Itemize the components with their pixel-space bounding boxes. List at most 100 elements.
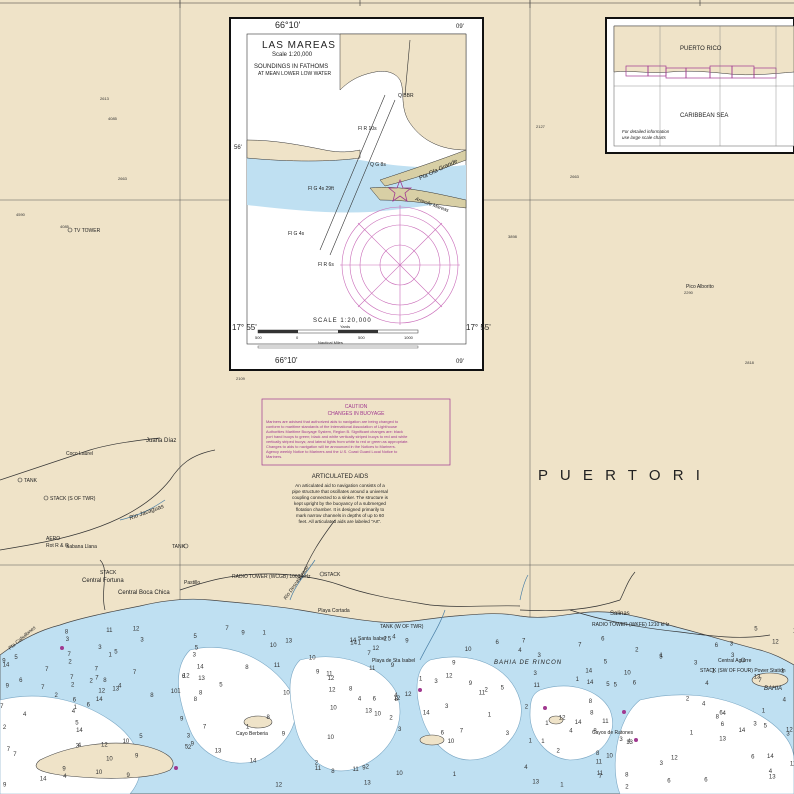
- caution-line: Agency weekly Notice to Mariners and the…: [266, 449, 397, 454]
- sounding: 11: [596, 760, 603, 766]
- inset-scale-tick-3: 1000: [404, 335, 414, 340]
- articulated-title: ARTICULATED AIDS: [312, 474, 368, 480]
- sounding: 13: [285, 638, 292, 644]
- sounding: 11: [106, 628, 113, 634]
- articulated-line: feet. All articulated aids are labeled "…: [299, 519, 382, 524]
- spot-height: 2663: [118, 176, 128, 181]
- articulated-line: kept upright by the buoyancy of a submer…: [294, 501, 386, 506]
- spot-height: 2818: [745, 360, 755, 365]
- compass-rose: [340, 205, 460, 325]
- sounding: 14: [350, 638, 357, 644]
- sounding: 12: [446, 673, 453, 679]
- index-sea: CARIBBEAN SEA: [680, 113, 728, 119]
- inset-light-4: Fl G 4s 29ft: [308, 186, 334, 192]
- sounding: 12: [372, 646, 379, 652]
- place-tank2: TANK: [172, 544, 186, 550]
- sounding: 14: [250, 759, 257, 765]
- sounding: 10: [283, 691, 290, 697]
- articulated-line: An articulated aid to navigation consist…: [295, 483, 385, 488]
- spot-height: 4085: [60, 224, 70, 229]
- spot-height: 2290: [684, 290, 694, 295]
- articulated-line: flotation chamber. It is designed primar…: [296, 507, 385, 512]
- inset-soundings-2: AT MEAN LOWER LOW WATER: [258, 71, 332, 77]
- sounding: 11: [315, 766, 322, 772]
- sounding: 10: [123, 739, 130, 745]
- sounding: 13: [769, 774, 776, 780]
- sounding: 13: [365, 709, 372, 715]
- inset-lon-left: 66°10': [275, 20, 301, 30]
- spot-height: 4590: [16, 212, 26, 217]
- spot-height: 2109: [236, 376, 246, 381]
- sounding: 14: [197, 665, 204, 671]
- sounding: 13: [754, 675, 761, 681]
- spot-height: 2663: [570, 174, 580, 179]
- sounding: 10: [465, 647, 472, 653]
- place-cayos-de-ratones: Cayos de Ratones: [592, 730, 634, 736]
- spot-height: 2613: [100, 96, 110, 101]
- sounding: 14: [423, 711, 430, 717]
- inset-scale-units-1: Yards: [340, 324, 350, 329]
- sounding: 11: [602, 719, 609, 725]
- place-central-fortuna: Central Fortuna: [82, 578, 124, 584]
- place-playa-cortada: Playa Cortada: [318, 608, 350, 614]
- sounding: 14: [40, 776, 47, 782]
- place-cayo-berberia: Cayo Berberia: [236, 731, 268, 737]
- place-central-boca-chica: Central Boca Chica: [118, 590, 170, 596]
- place-stack2: STACK: [324, 572, 341, 578]
- spot-height: 4085: [108, 116, 118, 121]
- place-stack-twr: STACK (S OF TWR): [50, 496, 96, 502]
- inset-scale-units-2: Nautical Miles: [318, 340, 343, 345]
- sounding: 10: [448, 739, 455, 745]
- inset-lat-bottom-right: 17° 55': [466, 323, 491, 332]
- sounding: 11: [353, 767, 360, 773]
- inset-title: LAS MAREAS: [262, 40, 336, 51]
- sounding: 10: [106, 757, 113, 763]
- sounding: 12: [101, 743, 108, 749]
- place-salinas: Salinas: [610, 611, 630, 617]
- sounding: 12: [275, 782, 282, 788]
- articulated-line: mark narrow channels in depths of up to …: [296, 513, 385, 518]
- sounding: 13: [719, 737, 726, 743]
- sounding: 12: [133, 627, 140, 633]
- inset-scale-tick-2: 500: [358, 335, 365, 340]
- index-note-2: use large scale charts: [622, 135, 667, 140]
- place-aero: AERO: [46, 536, 60, 542]
- sounding: 14: [767, 754, 774, 760]
- sounding: 10: [270, 643, 277, 649]
- sounding: 10: [396, 771, 403, 777]
- sounding: 13: [626, 740, 633, 746]
- sounding: 14: [3, 662, 10, 668]
- caution-title-1: CAUTION: [345, 404, 368, 410]
- sounding: 11: [534, 683, 541, 689]
- sounding: 10: [327, 735, 334, 741]
- sounding: 13: [198, 676, 205, 682]
- sounding: 12: [559, 715, 566, 721]
- sounding: 11: [274, 663, 281, 669]
- inset-las-mareas: LAS MAREAS Scale 1:20,000 SOUNDINGS IN F…: [229, 17, 491, 371]
- sounding: 12: [98, 688, 105, 694]
- sounding: 12: [671, 755, 678, 761]
- place-pastillo: Pastillo: [184, 580, 200, 586]
- sounding: 13: [364, 781, 371, 787]
- caution-note: CAUTION CHANGES IN BUOYAGE Mariners are …: [261, 398, 451, 466]
- sounding: 10: [624, 671, 631, 677]
- inset-lon-bottom-right: 09': [456, 359, 464, 365]
- inset-lat-bottom: 17° 55': [232, 323, 257, 332]
- sounding: 14: [575, 720, 582, 726]
- place-tv-tower: TV TOWER: [74, 228, 101, 234]
- place-stack: STACK: [100, 570, 117, 576]
- inset-index: PUERTO RICO CARIBBEAN SEA For detailed i…: [605, 17, 794, 154]
- sounding: 12: [772, 639, 779, 645]
- sounding: 13: [215, 749, 222, 755]
- place-bahia-de-rincon: BAHIA DE RINCON: [494, 660, 562, 666]
- sounding: 12: [328, 676, 335, 682]
- sounding: 10: [374, 712, 381, 718]
- sounding: 10: [606, 753, 613, 759]
- sounding: 14: [585, 669, 592, 675]
- inset-lon-right: 09': [456, 24, 464, 30]
- region-label: P U E R T O R I: [538, 467, 704, 484]
- place-juana-diaz: Juana Díaz: [146, 438, 176, 444]
- place-santa-isabel: Santa Isabel: [358, 636, 386, 642]
- index-note-1: For detailed information: [622, 129, 670, 134]
- nautical-chart: P U E R T O R I Juana Díaz Coco Laurel T…: [0, 0, 794, 794]
